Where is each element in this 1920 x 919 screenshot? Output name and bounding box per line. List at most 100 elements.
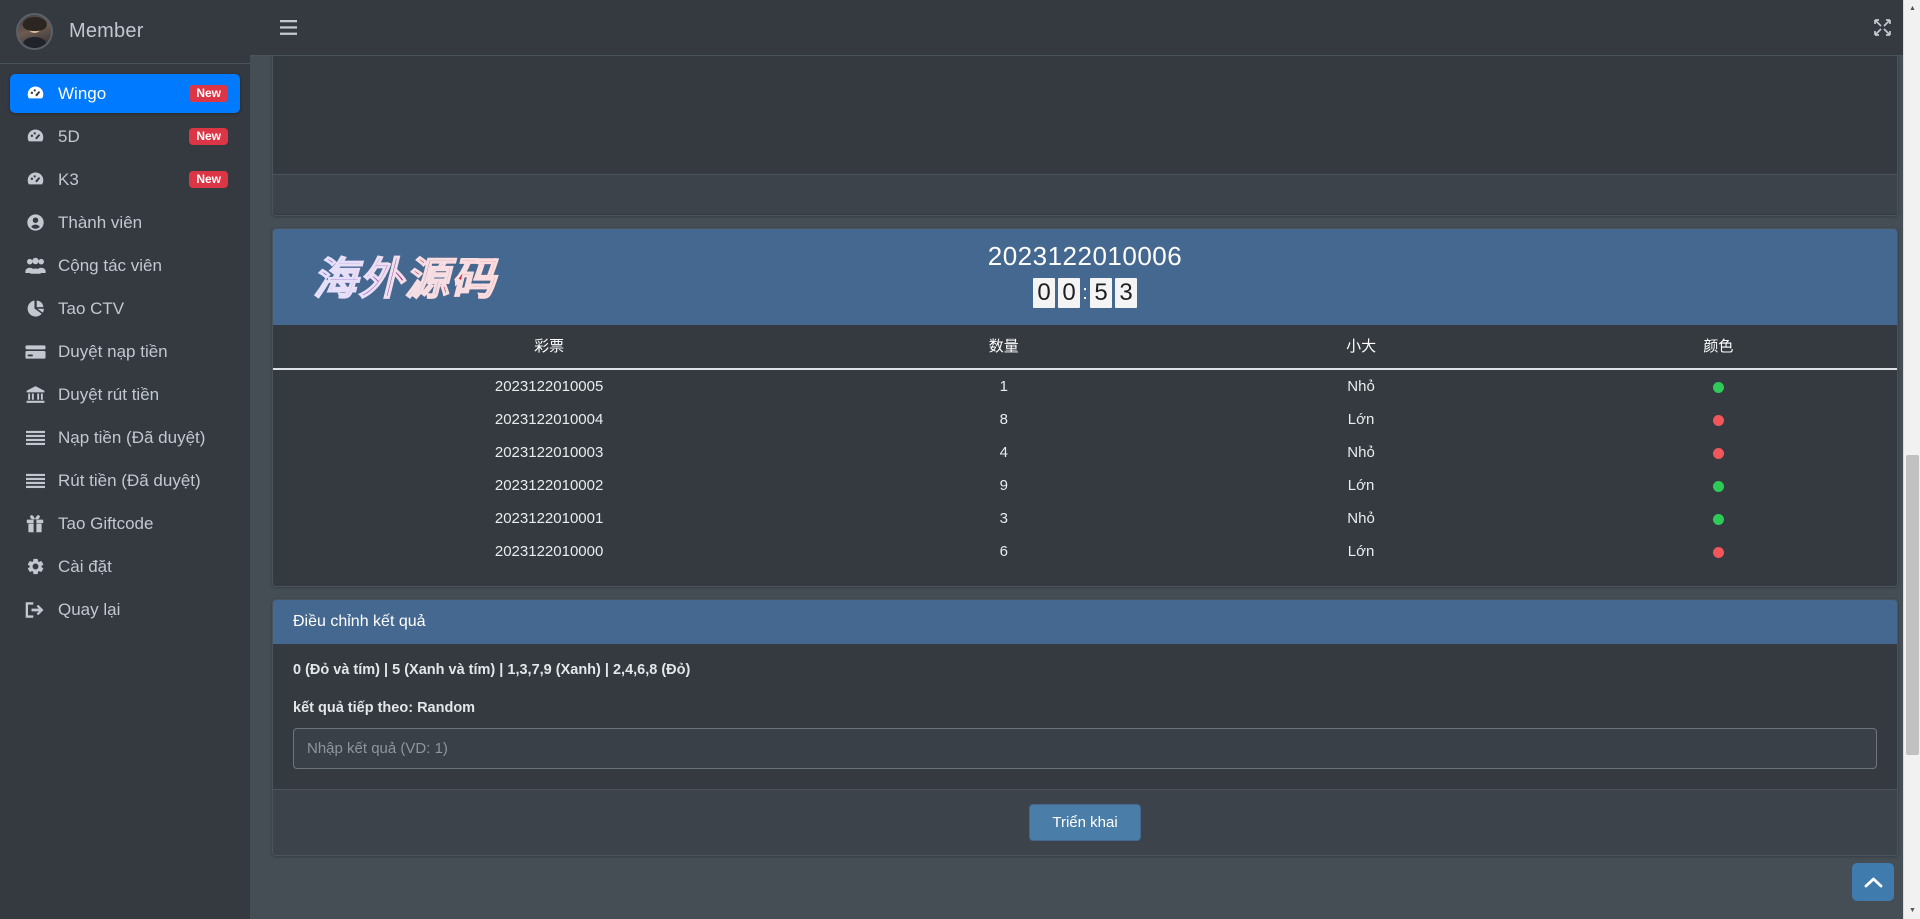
cell-size: Nhỏ [1347, 510, 1375, 527]
app-root: Member Wingo New 5D New K3 New Thành viên Cộng … [0, 0, 1920, 919]
column-header-size: 小大 [1182, 325, 1540, 370]
table-row: 2023122010000 6 Lớn [273, 535, 1897, 568]
next-result-label: kết quả tiếp theo: Random [293, 700, 476, 716]
sidebar-item-tao-giftcode[interactable]: Tao Giftcode [10, 504, 240, 543]
new-badge: New [189, 128, 228, 145]
bank-icon [22, 385, 48, 404]
sidebar-item-label: Thành viên [58, 212, 143, 232]
sidebar-item-r-t-ti-n-duy-t[interactable]: Rút tiền (Đã duyệt) [10, 461, 240, 500]
period-number: 2023122010006 [987, 241, 1183, 271]
cell-color [1540, 436, 1897, 469]
users-icon [22, 256, 48, 275]
adjust-result-panel: Điều chỉnh kết quả 0 (Đỏ và tím) | 5 (Xa… [272, 599, 1898, 856]
sidebar-item-5d[interactable]: 5D New [10, 117, 240, 156]
cell-color [1540, 535, 1897, 568]
table-row: 2023122010001 3 Nhỏ [273, 502, 1897, 535]
dashboard-icon [22, 84, 48, 103]
sidebar-item-label: 5D [58, 126, 80, 146]
new-badge: New [189, 85, 228, 102]
sidebar-item-tao-ctv[interactable]: Tao CTV [10, 289, 240, 328]
lottery-results-table: 彩票 数量 小大 颜色 2023122010005 1 Nhỏ 20231220100… [273, 325, 1897, 568]
cell-ticket: 2023122010005 [494, 378, 604, 395]
cell-color [1540, 469, 1897, 502]
cell-quantity: 6 [999, 543, 1008, 560]
result-input[interactable] [293, 728, 1877, 769]
hamburger-icon[interactable] [274, 14, 302, 42]
cell-quantity: 9 [999, 477, 1008, 494]
sidebar-item-duy-t-n-p-ti-n[interactable]: Duyệt nạp tiền [10, 332, 240, 371]
sidebar-nav: Wingo New 5D New K3 New Thành viên Cộng tác viê… [0, 64, 250, 919]
scrollbar-up-arrow[interactable]: ▲ [1904, 0, 1920, 17]
sidebar-item-c-ng-t-c-vi-n[interactable]: Cộng tác viên [10, 246, 240, 285]
color-dot-red [1712, 447, 1724, 459]
table-body: 2023122010005 1 Nhỏ 2023122010004 8 Lớn 202312… [273, 369, 1897, 568]
cell-size: Nhỏ [1347, 378, 1375, 395]
credit-card-icon [22, 344, 48, 360]
countdown-digit-3: 5 [1090, 278, 1112, 308]
dashboard-icon [22, 170, 48, 189]
column-header-quantity: 数量 [825, 325, 1183, 370]
brand-name: Member [69, 20, 144, 42]
cell-color [1540, 369, 1897, 403]
sidebar-item-label: Tao Giftcode [58, 513, 154, 533]
user-circle-icon [22, 213, 48, 232]
cell-ticket: 2023122010000 [494, 543, 604, 560]
sidebar-item-duy-t-r-t-ti-n[interactable]: Duyệt rút tiền [10, 375, 240, 414]
countdown-digit-4: 3 [1115, 278, 1137, 308]
sidebar-item-label: Tao CTV [58, 298, 125, 318]
countdown-colon: : [1082, 281, 1088, 304]
cell-color [1540, 502, 1897, 535]
lottery-panel: 海外源码 2023122010006 0 0 : 5 3 彩票 数量 小大 颜色… [272, 228, 1898, 587]
adjust-panel-footer: Triển khai [273, 789, 1897, 855]
browser-scrollbar[interactable]: ▲ ▼ [1903, 0, 1920, 919]
sidebar-item-label: Rút tiền (Đã duyệt) [58, 470, 201, 490]
color-dot-green [1712, 513, 1724, 525]
deploy-button[interactable]: Triển khai [1029, 804, 1141, 841]
chevron-up-icon [1864, 877, 1882, 887]
countdown-timer: 0 0 : 5 3 [1033, 278, 1137, 308]
adjust-panel-body: 0 (Đỏ và tím) | 5 (Xanh và tím) | 1,3,7,… [273, 644, 1897, 789]
sidebar-item-label: Quay lại [58, 599, 121, 619]
table-row: 2023122010003 4 Nhỏ [273, 436, 1897, 469]
column-header-color: 颜色 [1539, 325, 1897, 370]
adjust-panel-title: Điều chỉnh kết quả [273, 600, 1897, 644]
sidebar-item-label: K3 [58, 169, 79, 189]
cell-size: Nhỏ [1347, 444, 1375, 461]
scrollbar-down-arrow[interactable]: ▼ [1904, 902, 1920, 919]
sidebar-brand[interactable]: Member [0, 0, 250, 64]
period-block: 2023122010006 0 0 : 5 3 [273, 241, 1897, 308]
back-to-top-button[interactable] [1852, 863, 1894, 901]
cell-ticket: 2023122010004 [494, 411, 604, 428]
cell-size: Lớn [1347, 411, 1375, 428]
sidebar-item-label: Duyệt nạp tiền [58, 341, 168, 361]
table-head: 彩票 数量 小大 颜色 [273, 325, 1897, 370]
sidebar-item-label: Cộng tác viên [58, 255, 162, 275]
sidebar-item-label: Nạp tiền (Đã duyệt) [58, 427, 206, 447]
cell-size: Lớn [1347, 477, 1375, 494]
color-dot-green [1712, 381, 1724, 393]
list-icon [22, 430, 48, 446]
gear-icon [22, 557, 48, 576]
sidebar-item-th-nh-vi-n[interactable]: Thành viên [10, 203, 240, 242]
table-row: 2023122010005 1 Nhỏ [273, 369, 1897, 403]
sidebar: Member Wingo New 5D New K3 New Thành viên Cộng … [0, 0, 250, 919]
scrollbar-thumb[interactable] [1906, 455, 1919, 755]
cell-quantity: 8 [999, 411, 1008, 428]
sidebar-item-k3[interactable]: K3 New [10, 160, 240, 199]
sidebar-item-n-p-ti-n-duy-t[interactable]: Nạp tiền (Đã duyệt) [10, 418, 240, 457]
pie-chart-icon [22, 299, 48, 318]
expand-arrows-icon[interactable] [1868, 14, 1896, 42]
sidebar-item-c-i-t[interactable]: Cài đặt [10, 547, 240, 586]
table-header-row: 彩票 数量 小大 颜色 [273, 325, 1897, 370]
sign-out-icon [22, 601, 48, 619]
topbar [250, 0, 1920, 56]
empty-panel [272, 56, 1898, 216]
table-bottom-spacer [273, 568, 1897, 586]
sidebar-item-wingo[interactable]: Wingo New [10, 74, 240, 113]
color-rule-text: 0 (Đỏ và tím) | 5 (Xanh và tím) | 1,3,7,… [293, 662, 691, 678]
color-dot-green [1712, 480, 1724, 492]
main-area: 海外源码 2023122010006 0 0 : 5 3 彩票 数量 小大 颜色… [250, 0, 1920, 919]
content-area: 海外源码 2023122010006 0 0 : 5 3 彩票 数量 小大 颜色… [250, 56, 1920, 919]
sidebar-item-quay-l-i[interactable]: Quay lại [10, 590, 240, 629]
lottery-panel-header: 海外源码 2023122010006 0 0 : 5 3 [273, 229, 1897, 325]
